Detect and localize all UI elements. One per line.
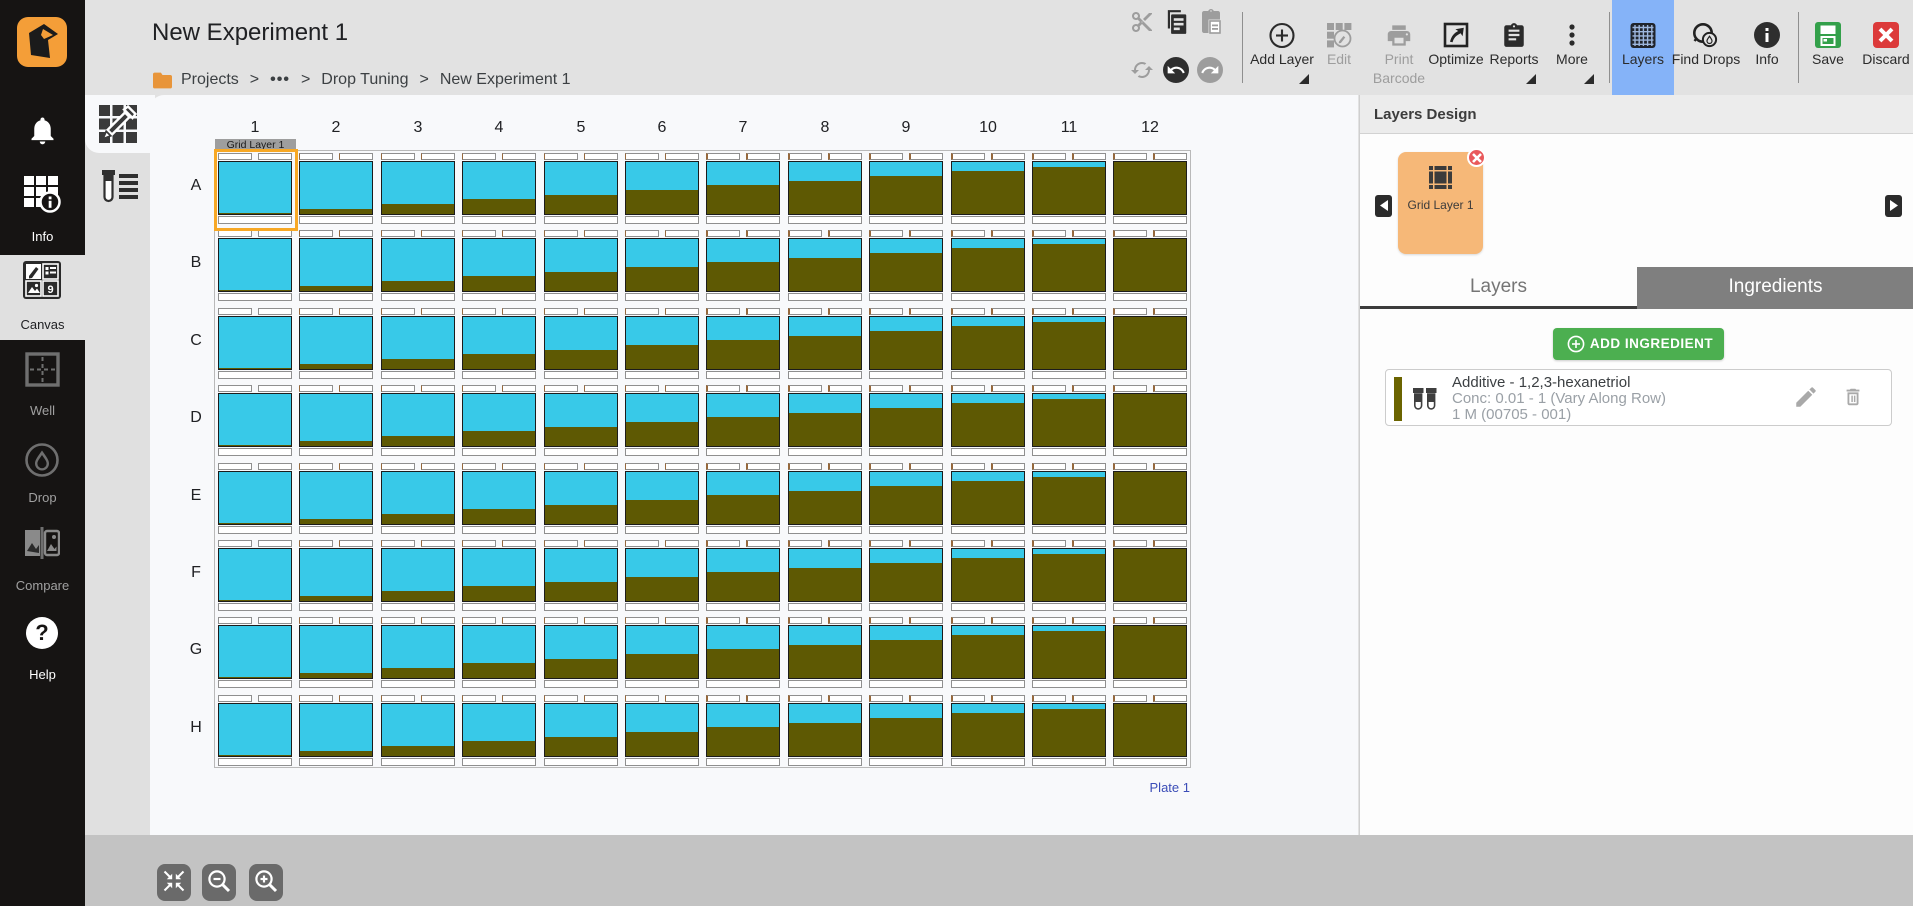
svg-text:9: 9 [47, 284, 53, 296]
